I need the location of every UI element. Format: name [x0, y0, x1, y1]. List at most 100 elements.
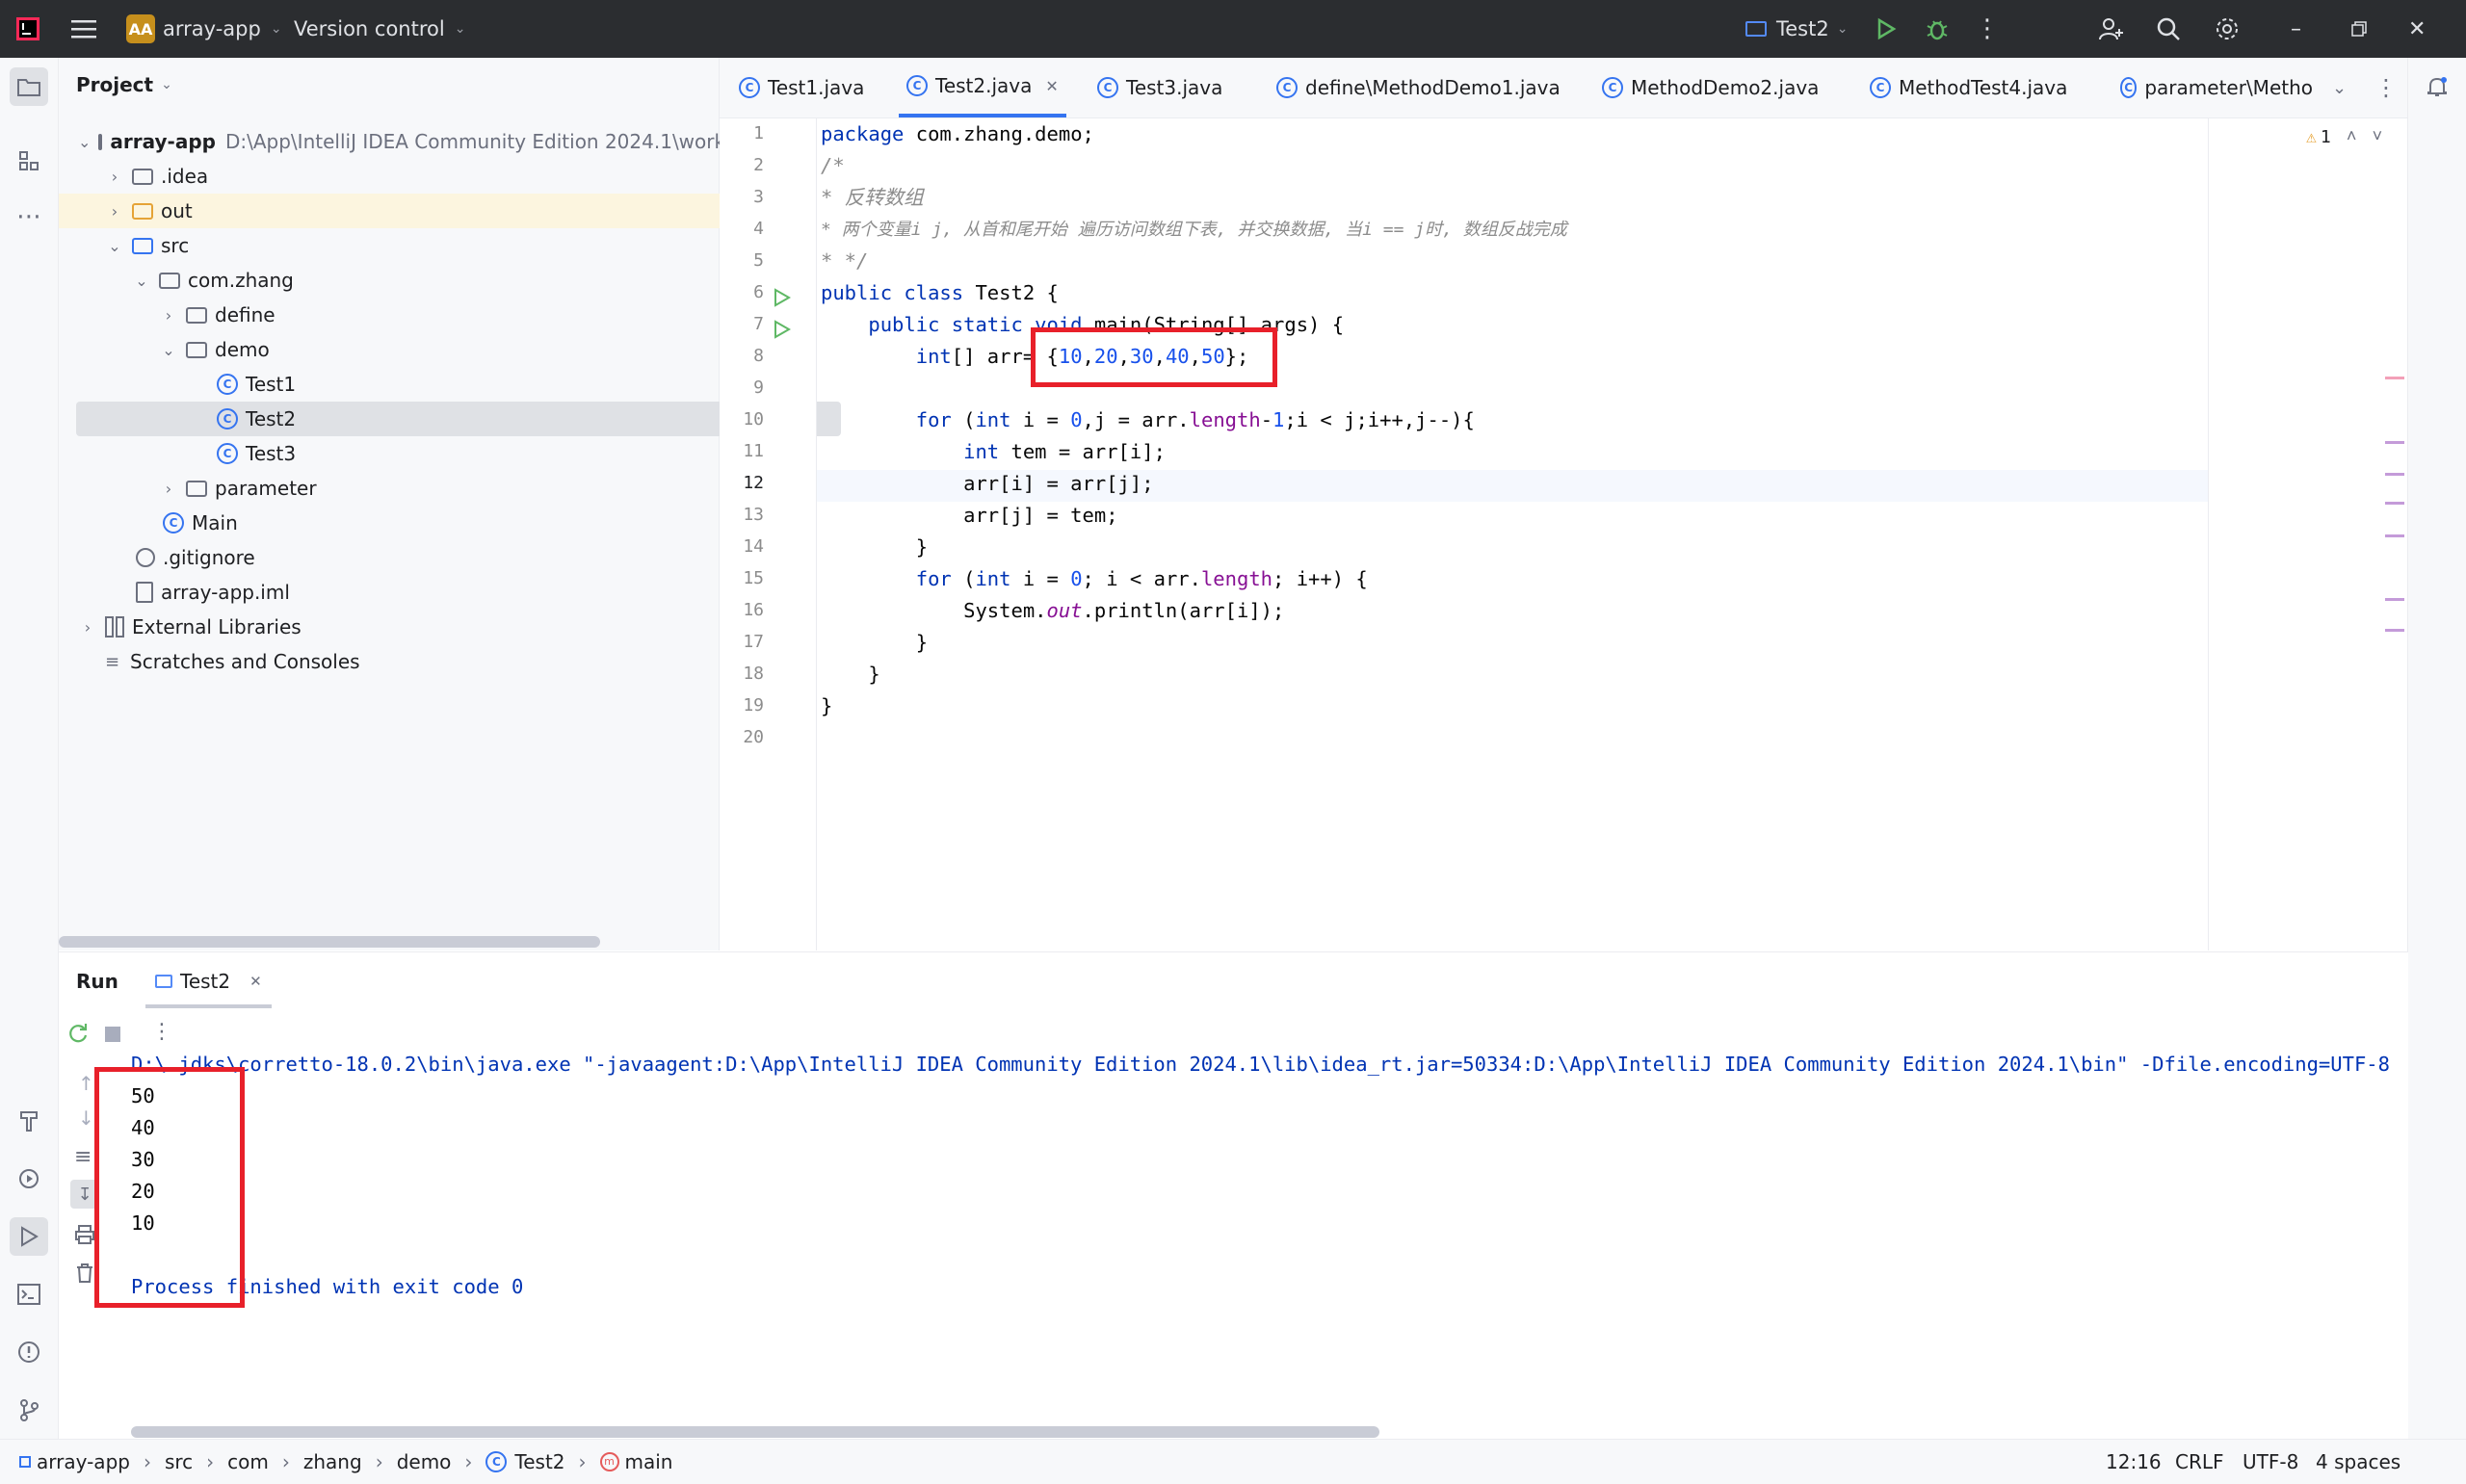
run-config-selector[interactable]: Test2 ⌄: [1745, 0, 1848, 58]
vcs-widget[interactable]: Version control ⌄: [294, 0, 465, 58]
close-tab-icon[interactable]: ✕: [249, 973, 262, 990]
breadcrumb-item[interactable]: main: [625, 1450, 673, 1473]
tabs-more-icon[interactable]: ⋮: [2374, 58, 2398, 117]
settings-gear-icon[interactable]: [2214, 0, 2241, 58]
chevron-down-icon[interactable]: ⌄: [105, 237, 124, 255]
build-hammer-icon[interactable]: [10, 1102, 48, 1140]
chevron-up-icon[interactable]: ˄: [2347, 126, 2357, 147]
trash-icon[interactable]: [74, 1263, 95, 1289]
tree-item-parameter[interactable]: › parameter: [59, 471, 819, 506]
tab-test2[interactable]: C Test2.java ✕: [899, 58, 1066, 117]
tree-item-demo[interactable]: ⌄ demo: [59, 332, 819, 367]
tree-item-main[interactable]: C Main: [59, 506, 823, 540]
restore-icon[interactable]: [2350, 0, 2368, 58]
tree-item-iml[interactable]: array-app.iml: [59, 575, 796, 610]
line-number: 13: [743, 505, 764, 525]
chevron-right-icon[interactable]: ›: [105, 168, 124, 186]
tree-item-out[interactable]: › out: [59, 194, 765, 228]
project-folder-icon[interactable]: [10, 67, 48, 106]
line-number: 16: [743, 600, 764, 620]
minimize-icon[interactable]: –: [2291, 0, 2301, 58]
breadcrumb-item[interactable]: demo: [397, 1450, 452, 1473]
breadcrumb-item[interactable]: Test2: [514, 1450, 564, 1473]
chevron-right-icon[interactable]: ›: [159, 306, 178, 325]
run-tool-icon[interactable]: [10, 1217, 48, 1256]
horizontal-scrollbar[interactable]: [131, 1426, 1379, 1438]
run-gutter-icon[interactable]: [774, 288, 792, 312]
tab-test1[interactable]: C Test1.java: [739, 58, 864, 117]
horizontal-scrollbar[interactable]: [59, 936, 600, 948]
tab-test3[interactable]: C Test3.java: [1097, 58, 1222, 117]
tree-item-gitignore[interactable]: .gitignore: [59, 540, 796, 575]
file-encoding[interactable]: UTF-8: [2243, 1440, 2298, 1484]
scroll-down-icon[interactable]: ↓: [78, 1106, 94, 1130]
debug-icon[interactable]: [1925, 0, 1950, 58]
notifications-bell-icon[interactable]: [2418, 67, 2456, 106]
tab-parameter[interactable]: C parameter\Metho: [2120, 58, 2313, 117]
intellij-logo-icon[interactable]: [15, 0, 40, 58]
code-editor[interactable]: package com.zhang.demo; /* * 反转数组 * 两个变量…: [817, 118, 2406, 950]
chevron-down-icon[interactable]: ⌄: [159, 341, 178, 359]
chevron-right-icon[interactable]: ›: [159, 480, 178, 498]
more-tools-icon[interactable]: ⋯: [10, 197, 48, 236]
terminal-icon[interactable]: [10, 1275, 48, 1314]
tab-methoddemo2[interactable]: C MethodDemo2.java: [1602, 58, 1819, 117]
stop-icon[interactable]: [105, 1027, 120, 1042]
indent-setting[interactable]: 4 spaces: [2316, 1440, 2400, 1484]
more-actions-icon[interactable]: ⋮: [151, 1020, 172, 1044]
chevron-right-icon[interactable]: ›: [105, 202, 124, 221]
annotation-box-output: [94, 1067, 245, 1308]
run-icon[interactable]: [1875, 0, 1898, 58]
rerun-icon[interactable]: [66, 1022, 90, 1050]
chevron-right-icon[interactable]: ›: [78, 618, 97, 637]
main-menu-icon[interactable]: [71, 0, 96, 58]
search-icon[interactable]: [2156, 0, 2181, 58]
status-bar: array-app › src › com › zhang › demo › C…: [0, 1439, 2466, 1484]
number-literal: 1: [1272, 408, 1285, 431]
print-icon[interactable]: [74, 1224, 95, 1250]
breadcrumb-item[interactable]: array-app: [37, 1450, 130, 1473]
add-user-icon[interactable]: [2098, 0, 2125, 58]
tab-methodtest4[interactable]: C MethodTest4.java: [1870, 58, 2067, 117]
chevron-down-icon[interactable]: ⌄: [78, 133, 91, 151]
scroll-marker: [2385, 598, 2404, 601]
run-tab-test2[interactable]: Test2 ✕: [145, 958, 272, 1008]
right-tool-strip: [2407, 58, 2466, 1439]
line-separator[interactable]: CRLF: [2175, 1440, 2224, 1484]
module-file-icon: [136, 582, 153, 603]
inspection-widget[interactable]: ⚠ 1 ˄ ˅: [2306, 126, 2382, 147]
caret-position[interactable]: 12:16: [2106, 1440, 2162, 1484]
field-name: length: [1200, 567, 1273, 590]
chevron-down-icon[interactable]: ˅: [2373, 126, 2383, 147]
scroll-up-icon[interactable]: ↑: [78, 1072, 94, 1095]
breadcrumb-item[interactable]: com: [227, 1450, 269, 1473]
git-branch-icon[interactable]: [10, 1391, 48, 1429]
services-icon[interactable]: [10, 1159, 48, 1198]
project-panel-header[interactable]: Project ⌄: [76, 73, 172, 96]
tree-item-src[interactable]: ⌄ src: [59, 228, 765, 263]
run-gutter-icon[interactable]: [774, 320, 792, 344]
close-tab-icon[interactable]: ✕: [1045, 77, 1058, 95]
breadcrumb-item[interactable]: zhang: [303, 1450, 362, 1473]
problems-icon[interactable]: [10, 1333, 48, 1371]
tree-item-scratches[interactable]: ≡ Scratches and Consoles: [59, 644, 765, 679]
tab-methoddemo1[interactable]: C define\MethodDemo1.java: [1276, 58, 1561, 117]
close-icon[interactable]: ✕: [2408, 0, 2426, 58]
project-widget[interactable]: AA array-app ⌄: [126, 0, 282, 58]
package-icon: [186, 480, 207, 497]
tree-item-idea[interactable]: › .idea: [59, 159, 765, 194]
tree-item-external-libraries[interactable]: › External Libraries: [59, 610, 738, 644]
breadcrumb-item[interactable]: src: [165, 1450, 193, 1473]
code-text: i =: [1010, 408, 1071, 431]
code-line-6: public class Test2 {: [821, 277, 1059, 309]
tree-item-package[interactable]: ⌄ com.zhang: [59, 263, 792, 298]
line-number: 17: [743, 632, 764, 652]
structure-icon[interactable]: [10, 142, 48, 180]
tree-item-define[interactable]: › define: [59, 298, 819, 332]
code-line-5: * */: [821, 249, 869, 273]
more-actions-icon[interactable]: ⋮: [1975, 0, 2000, 58]
tree-item-root[interactable]: ⌄ array-app D:\App\IntelliJ IDEA Communi…: [59, 124, 755, 159]
tabs-dropdown-icon[interactable]: ⌄: [2332, 58, 2347, 117]
soft-wrap-icon[interactable]: ≡: [74, 1145, 92, 1169]
chevron-down-icon[interactable]: ⌄: [132, 272, 151, 290]
